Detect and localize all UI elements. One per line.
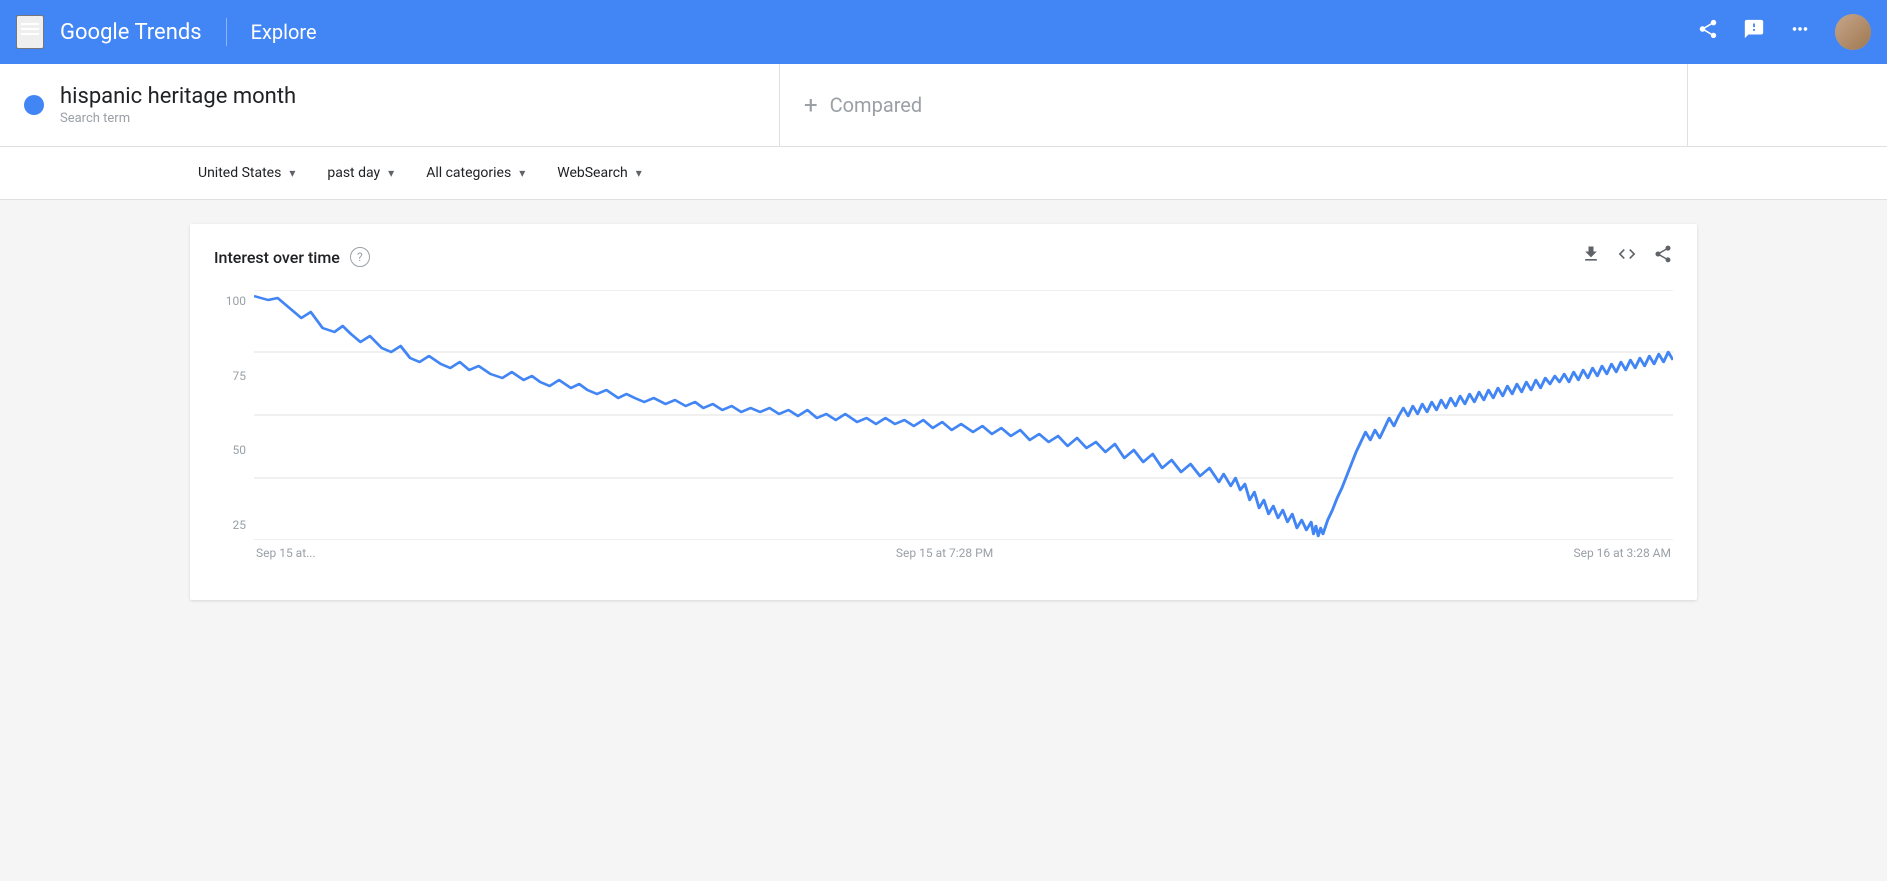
y-label-25: 25 xyxy=(214,518,254,532)
search-term-text: hispanic heritage month xyxy=(60,84,296,109)
explore-label: Explore xyxy=(251,20,317,44)
y-axis: 100 75 50 25 xyxy=(214,290,254,560)
chart-svg xyxy=(254,290,1673,540)
search-type-filter[interactable]: WebSearch ▾ xyxy=(549,159,650,187)
filter-bar: United States ▾ past day ▾ All categorie… xyxy=(0,147,1887,200)
menu-icon[interactable] xyxy=(16,15,44,49)
time-arrow-icon: ▾ xyxy=(388,166,394,180)
chart-title: Interest over time xyxy=(214,248,340,267)
avatar-image xyxy=(1835,14,1871,50)
chart-share-button[interactable] xyxy=(1653,244,1673,270)
main-content: Interest over time ? xyxy=(0,200,1887,624)
search-type-label: WebSearch xyxy=(557,165,628,181)
logo-text: Google Trends xyxy=(60,20,202,45)
chart-title-area: Interest over time ? xyxy=(214,247,370,267)
share-icon[interactable] xyxy=(1697,18,1719,46)
search-term-label: Search term xyxy=(60,111,296,126)
y-label-50: 50 xyxy=(214,443,254,457)
app-header: Google Trends Explore xyxy=(0,0,1887,64)
apps-icon[interactable] xyxy=(1789,18,1811,46)
google-trends-logo[interactable]: Google Trends xyxy=(60,20,202,45)
x-label-mid: Sep 15 at 7:28 PM xyxy=(896,546,993,560)
time-label: past day xyxy=(327,165,380,181)
category-arrow-icon: ▾ xyxy=(519,166,525,180)
region-arrow-icon: ▾ xyxy=(289,166,295,180)
region-label: United States xyxy=(198,165,281,181)
category-label: All categories xyxy=(426,165,511,181)
embed-button[interactable] xyxy=(1617,244,1637,270)
x-label-start: Sep 15 at... xyxy=(256,546,316,560)
y-label-75: 75 xyxy=(214,369,254,383)
region-filter[interactable]: United States ▾ xyxy=(190,159,303,187)
y-label-100: 100 xyxy=(214,294,254,308)
search-section: hispanic heritage month Search term + Co… xyxy=(0,64,1887,147)
header-divider xyxy=(226,18,227,46)
compare-text: Compared xyxy=(830,93,923,117)
chart-header: Interest over time ? xyxy=(214,244,1673,270)
feedback-icon[interactable] xyxy=(1743,18,1765,46)
right-spacer xyxy=(1687,64,1887,146)
x-axis: Sep 15 at... Sep 15 at 7:28 PM Sep 16 at… xyxy=(254,546,1673,560)
search-term-info: hispanic heritage month Search term xyxy=(60,84,296,126)
search-type-arrow-icon: ▾ xyxy=(636,166,642,180)
help-icon[interactable]: ? xyxy=(350,247,370,267)
compare-container[interactable]: + Compared xyxy=(780,64,1687,146)
time-filter[interactable]: past day ▾ xyxy=(319,159,402,187)
interest-over-time-card: Interest over time ? xyxy=(190,224,1697,600)
avatar[interactable] xyxy=(1835,14,1871,50)
chart-actions xyxy=(1581,244,1673,270)
category-filter[interactable]: All categories ▾ xyxy=(418,159,533,187)
search-term-container: hispanic heritage month Search term xyxy=(0,64,780,146)
download-button[interactable] xyxy=(1581,244,1601,270)
x-label-end: Sep 16 at 3:28 AM xyxy=(1573,546,1671,560)
chart-plot-area: Sep 15 at... Sep 15 at 7:28 PM Sep 16 at… xyxy=(254,290,1673,560)
search-dot xyxy=(24,95,44,115)
compare-plus-icon: + xyxy=(804,91,818,119)
header-icons xyxy=(1697,14,1871,50)
